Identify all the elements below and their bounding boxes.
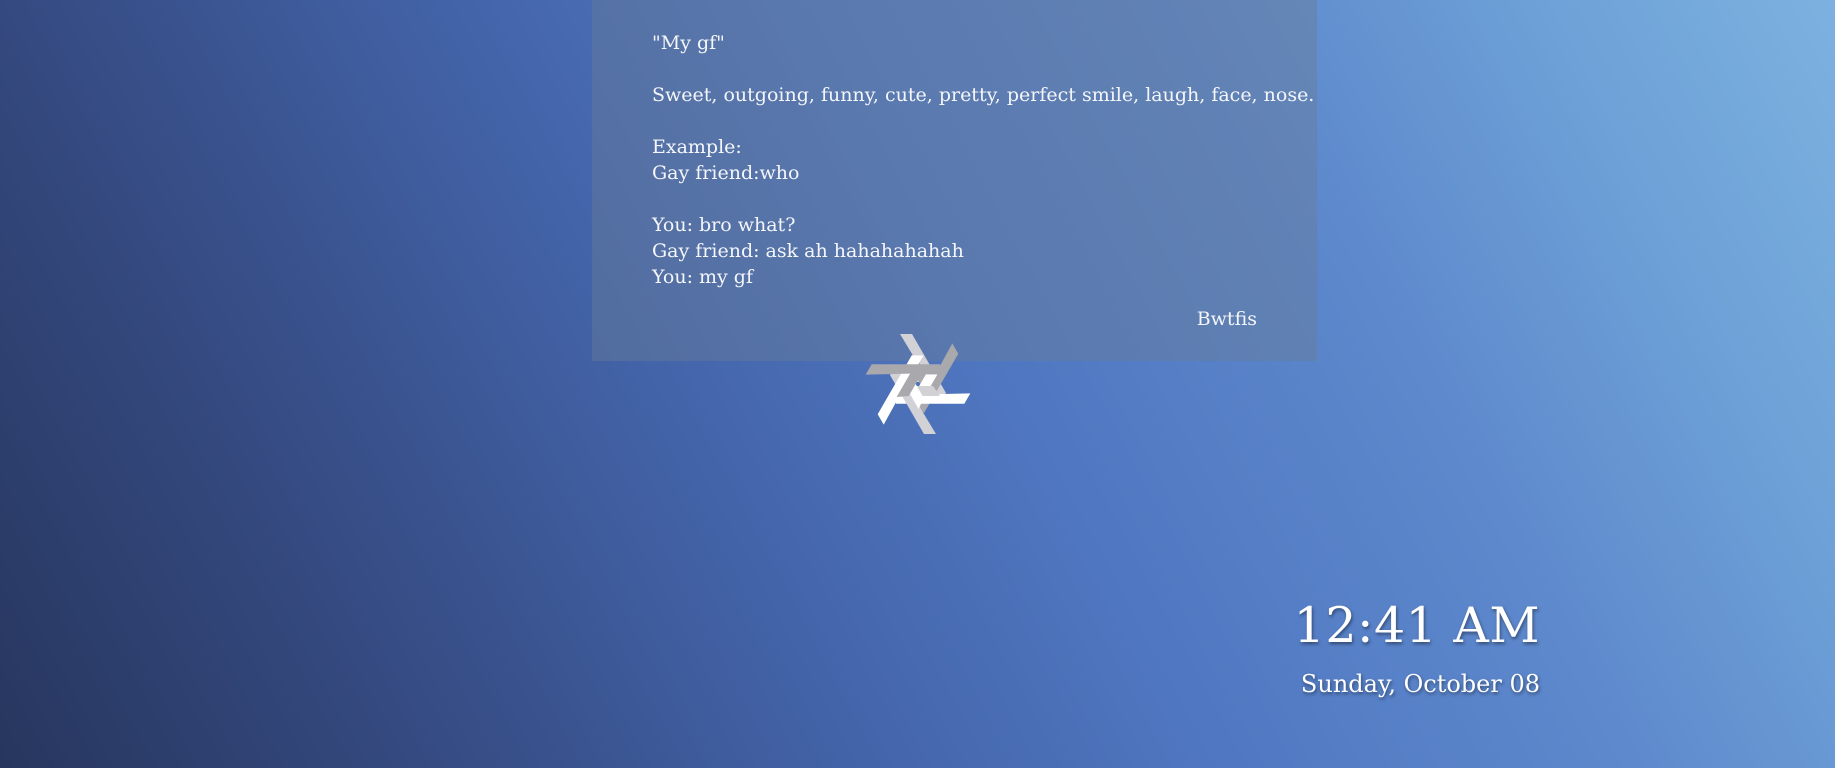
clock-time: 12:41 AM xyxy=(1293,597,1540,654)
quote-text: "My gf" Sweet, outgoing, funny, cute, pr… xyxy=(652,30,1315,290)
quote-line: You: bro what? xyxy=(652,214,796,236)
quote-line xyxy=(652,108,1272,134)
quote-panel: "My gf" Sweet, outgoing, funny, cute, pr… xyxy=(592,0,1317,361)
quote-line xyxy=(652,56,1272,82)
quote-line: Gay friend: ask ah hahahahahah xyxy=(652,240,964,262)
clock-date: Sunday, October 08 xyxy=(1300,670,1540,698)
quote-line: You: my gf xyxy=(652,266,753,288)
quote-line: Gay friend:who xyxy=(652,162,800,184)
nixos-snowflake-icon xyxy=(838,314,998,454)
lock-screen-clock: 12:41 AM Sunday, October 08 xyxy=(1294,594,1540,700)
quote-author: Bwtfis xyxy=(1196,308,1257,330)
quote-line: "My gf" xyxy=(652,32,725,54)
quote-line: Example: xyxy=(652,136,742,158)
quote-line xyxy=(652,186,1272,212)
quote-line: Sweet, outgoing, funny, cute, pretty, pe… xyxy=(652,84,1315,106)
